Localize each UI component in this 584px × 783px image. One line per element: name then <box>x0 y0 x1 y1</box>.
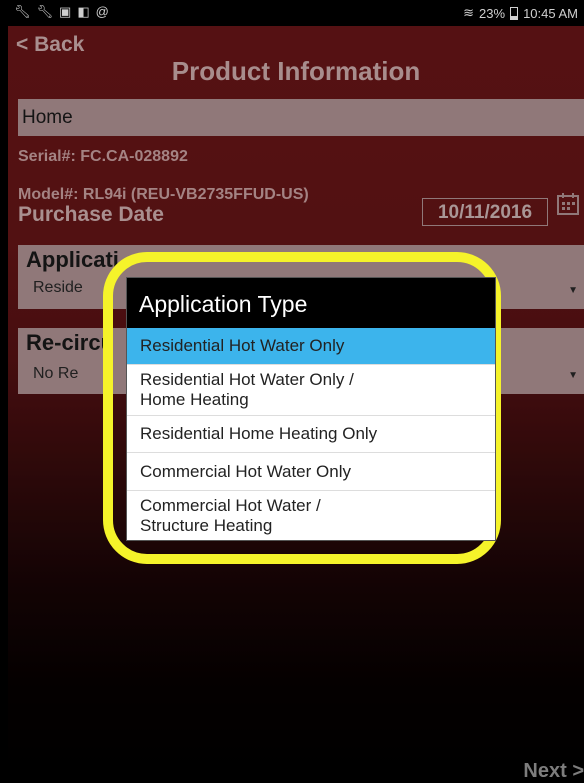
option-label: Commercial Hot Water Only <box>140 461 351 481</box>
option-residential-hot-water-home-heating[interactable]: Residential Hot Water Only / Home Heatin… <box>127 365 495 416</box>
option-residential-home-heating-only[interactable]: Residential Home Heating Only <box>127 416 495 453</box>
option-label: Residential Hot Water Only <box>140 336 345 355</box>
wifi-icon: ≋ <box>463 5 475 20</box>
wrench-icon: 🔧︎ <box>14 4 31 19</box>
wrench-icon: 🔧︎ <box>36 4 54 19</box>
application-type-dialog: Application Type Residential Hot Water O… <box>126 277 496 541</box>
notification-icons: 🔧︎ 🔧︎ ▣ ◧ @ <box>14 4 109 20</box>
option-label: Commercial Hot Water / Structure Heating <box>140 496 321 535</box>
clock-time: 10:45 AM <box>523 5 578 21</box>
option-residential-hot-water-only[interactable]: Residential Hot Water Only <box>127 328 495 365</box>
option-label: Residential Home Heating Only <box>140 424 378 443</box>
image-icon: ▣ <box>59 4 72 19</box>
status-bar: 🔧︎ 🔧︎ ▣ ◧ @ ≋ 23% 10:45 AM <box>8 0 584 26</box>
battery-percent: 23% <box>479 5 506 21</box>
at-icon: @ <box>95 4 109 19</box>
option-label: Residential Hot Water Only / Home Heatin… <box>140 370 354 409</box>
option-commercial-hot-water-structure-heating[interactable]: Commercial Hot Water / Structure Heating <box>127 491 495 540</box>
system-indicators: ≋ 23% 10:45 AM <box>463 5 578 21</box>
clipboard-icon: ◧ <box>77 4 90 19</box>
dialog-title: Application Type <box>127 278 495 328</box>
option-commercial-hot-water-only[interactable]: Commercial Hot Water Only <box>127 453 495 491</box>
next-button[interactable]: Next > <box>523 760 584 783</box>
battery-icon <box>510 6 519 20</box>
app-screen: 🔧︎ 🔧︎ ▣ ◧ @ ≋ 23% 10:45 AM < Back Produc… <box>8 0 584 783</box>
